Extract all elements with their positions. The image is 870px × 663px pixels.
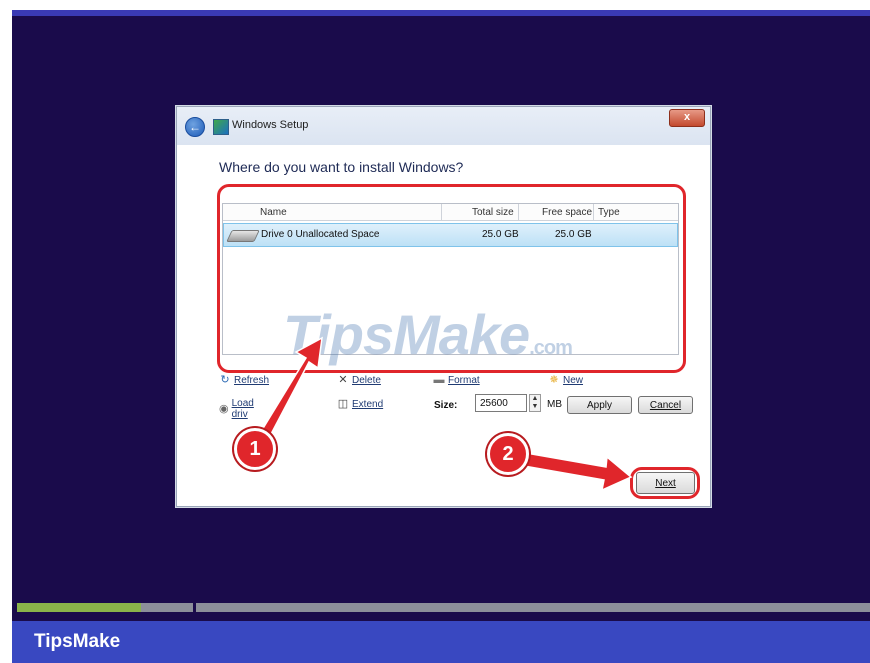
brand-logo: TipsMake — [34, 631, 121, 652]
step-1-badge: 1 — [234, 428, 276, 470]
annotation-arrows — [261, 336, 633, 492]
footer-bar: TipsMake — [12, 621, 870, 663]
step-2-badge: 2 — [487, 433, 529, 475]
arrow-2 — [523, 452, 633, 492]
arrow-1 — [261, 336, 323, 438]
